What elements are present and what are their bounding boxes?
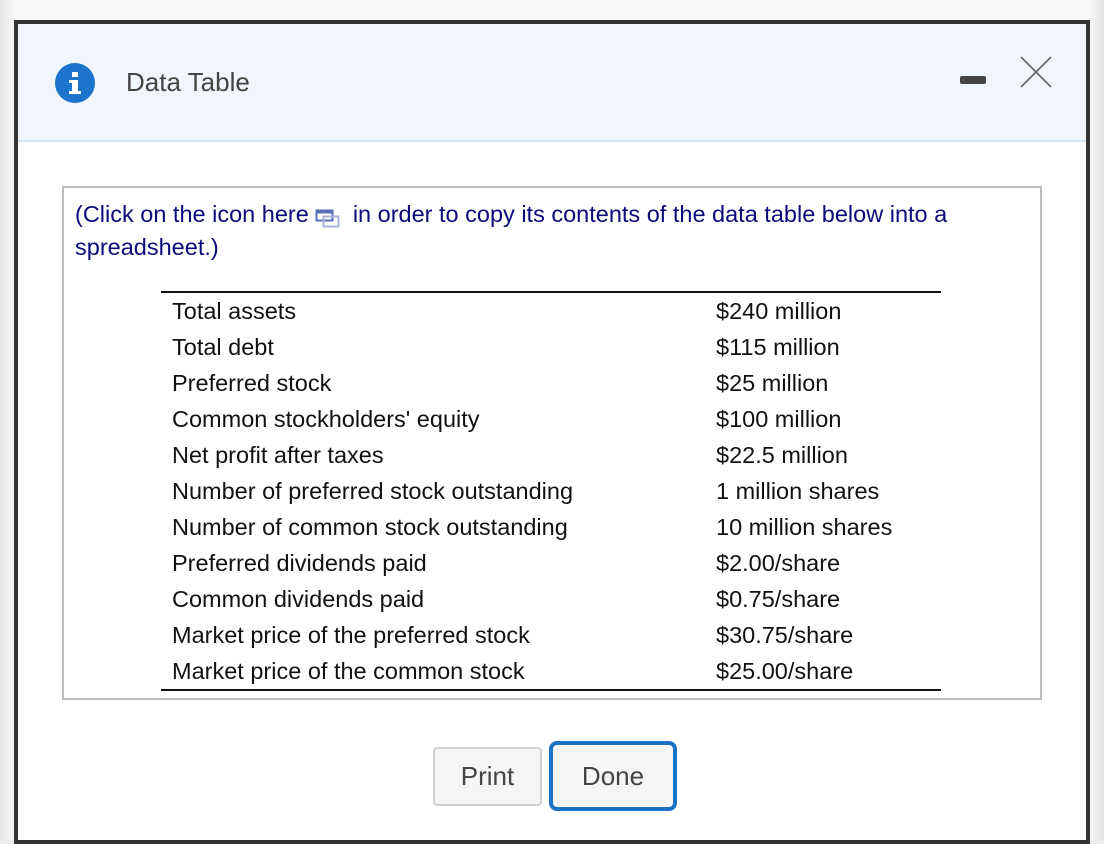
row-label: Total debt: [172, 334, 274, 360]
data-table-dialog: Data Table (Click on the icon here in or…: [14, 20, 1090, 844]
instructions-text-before: (Click on the icon here: [75, 201, 309, 227]
row-value: 1 million shares: [716, 478, 880, 504]
table-row: Preferred stock $25 million: [161, 365, 941, 401]
minimize-icon: [960, 76, 986, 84]
row-value: $0.75/share: [716, 586, 841, 612]
row-label: Market price of the preferred stock: [172, 622, 530, 648]
dialog-header: Data Table: [18, 24, 1086, 142]
close-icon: [1020, 56, 1052, 88]
table-row: Net profit after taxes $22.5 million: [161, 437, 941, 473]
minimize-button[interactable]: [958, 70, 990, 90]
done-button[interactable]: Done: [549, 741, 677, 811]
table-row: Preferred dividends paid $2.00/share: [161, 545, 941, 581]
close-button[interactable]: [1018, 54, 1054, 90]
row-value: $25 million: [716, 370, 829, 396]
table-row: Total assets $240 million: [161, 292, 941, 329]
row-value: $240 million: [716, 298, 842, 324]
copy-to-spreadsheet-button[interactable]: [315, 204, 341, 228]
table-row: Common dividends paid $0.75/share: [161, 581, 941, 617]
row-label: Net profit after taxes: [172, 442, 384, 468]
financial-data-table: Total assets $240 million Total debt $115 m…: [161, 291, 941, 691]
data-table-container: (Click on the icon here in order to copy…: [62, 186, 1042, 700]
row-value: $22.5 million: [716, 442, 848, 468]
dialog-title: Data Table: [126, 67, 250, 97]
table-row: Number of common stock outstanding 10 mil…: [161, 509, 941, 545]
row-label: Market price of the common stock: [172, 658, 525, 684]
row-value: $100 million: [716, 406, 842, 432]
row-value: 10 million shares: [716, 514, 893, 540]
row-label: Common dividends paid: [172, 586, 425, 612]
row-label: Preferred stock: [172, 370, 332, 396]
info-icon: [55, 63, 95, 103]
row-value: $30.75/share: [716, 622, 854, 648]
print-button[interactable]: Print: [433, 747, 542, 806]
table-row: Total debt $115 million: [161, 329, 941, 365]
copy-instructions: (Click on the icon here in order to copy…: [75, 198, 1035, 264]
table-row: Market price of the common stock $25.00/s…: [161, 653, 941, 690]
row-label: Number of common stock outstanding: [172, 514, 568, 540]
table-row: Number of preferred stock outstanding 1 m…: [161, 473, 941, 509]
row-label: Preferred dividends paid: [172, 550, 427, 576]
row-label: Common stockholders' equity: [172, 406, 480, 432]
row-label: Number of preferred stock outstanding: [172, 478, 574, 504]
row-value: $25.00/share: [716, 658, 854, 684]
row-value: $115 million: [716, 334, 840, 360]
row-value: $2.00/share: [716, 550, 841, 576]
row-label: Total assets: [172, 298, 297, 324]
copy-to-spreadsheet-icon: [315, 209, 340, 228]
table-row: Market price of the preferred stock $30.7…: [161, 617, 941, 653]
table-row: Common stockholders' equity $100 million: [161, 401, 941, 437]
